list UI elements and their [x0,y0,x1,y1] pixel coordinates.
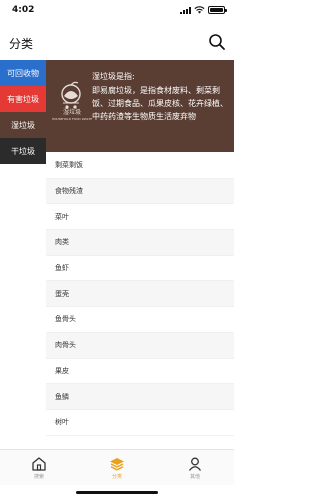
category-menu: 可回收物 有害垃圾 湿垃圾 干垃圾 [0,60,46,164]
list-item[interactable]: 食物残渣 [46,178,234,205]
home-icon [32,457,46,471]
tab-other[interactable]: 其他 [156,450,234,485]
category-banner: 湿垃圾 HOUSEHOLD FOOD WASTE 湿垃圾是指: 即易腐垃圾，是指… [46,60,234,152]
status-time: 4:02 [12,5,35,15]
status-bar: 4:02 [0,0,234,22]
search-icon[interactable] [208,33,226,51]
list-item[interactable]: 鱼骨头 [46,307,234,333]
category-wet[interactable]: 湿垃圾 [0,112,46,138]
layers-icon [110,458,124,471]
category-hazardous[interactable]: 有害垃圾 [0,86,46,112]
tab-search-label: 搜索 [33,474,44,480]
person-icon [188,457,202,471]
tab-bar: 搜索 分类 其他 [0,449,234,485]
list-item[interactable]: 树叶 [46,410,234,436]
banner-description: 即易腐垃圾，是指食材废料、剩菜剩饭、过期食品、瓜果皮核、花卉绿植、中药药渣等生物… [92,86,228,121]
tab-other-label: 其他 [189,474,200,480]
list-item[interactable]: 鱼鳞 [46,384,234,410]
battery-icon [208,6,227,14]
list-item[interactable]: 蛋壳 [46,281,234,308]
banner-logo-label: 湿垃圾 HOUSEHOLD FOOD WASTE [50,110,94,122]
status-icons [180,6,227,14]
list-item[interactable]: 菜叶 [46,204,234,231]
list-item[interactable]: 鱼虾 [46,256,234,282]
banner-logo-subtitle: HOUSEHOLD FOOD WASTE [51,117,93,121]
list-item[interactable]: 剩菜剩饭 [46,153,234,179]
banner-title: 湿垃圾是指: [92,72,135,81]
list-item[interactable]: 果皮 [46,359,234,385]
list-item[interactable]: 肉类 [46,230,234,256]
nav-bar: 分类 [0,24,234,58]
waste-item-list: 剩菜剩饭 食物残渣 菜叶 肉类 鱼虾 蛋壳 鱼骨头 肉骨头 果皮 鱼鳞 树叶 [46,153,234,436]
tab-category-label: 分类 [111,474,122,480]
tab-search[interactable]: 搜索 [0,450,78,485]
category-recyclable[interactable]: 可回收物 [0,60,46,86]
category-dry[interactable]: 干垃圾 [0,138,46,164]
page-title: 分类 [9,37,34,51]
list-item[interactable]: 肉骨头 [46,332,234,359]
home-indicator[interactable] [76,491,158,494]
wifi-icon [194,6,205,14]
tab-category[interactable]: 分类 [78,450,156,485]
signal-icon [180,6,191,14]
